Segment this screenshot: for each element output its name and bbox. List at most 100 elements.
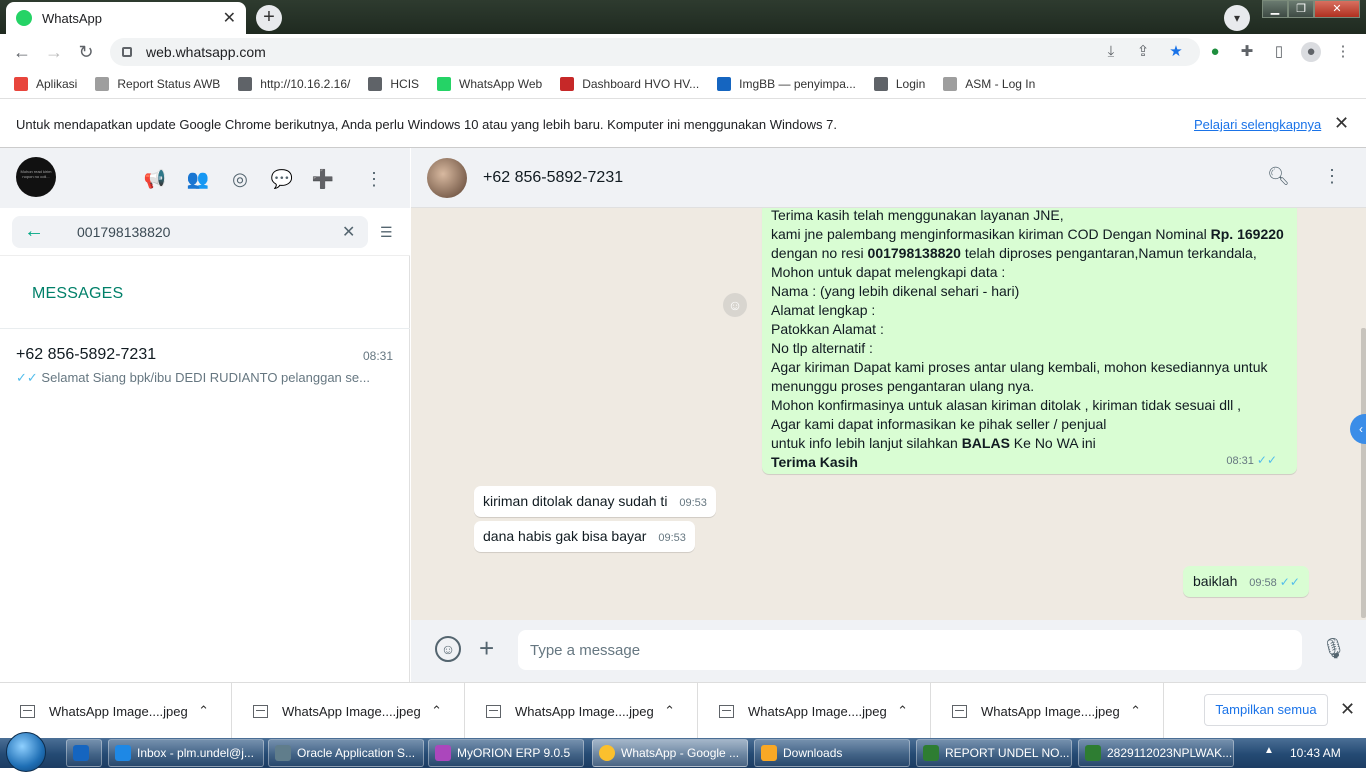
microphone-icon[interactable]: 🎙︎: [1321, 636, 1346, 661]
reload-button[interactable]: ↻: [74, 40, 98, 64]
search-result-chat-item[interactable]: +62 856-5892-7231 08:31 ✓✓ Selamat Siang…: [0, 338, 410, 388]
window-close-button[interactable]: ✕: [1314, 0, 1360, 18]
chat-messages[interactable]: ☺ Terima kasih telah menggunakan layanan…: [411, 208, 1366, 620]
search-back-arrow-icon[interactable]: ←: [24, 220, 44, 243]
download-item[interactable]: WhatsApp Image....jpeg ⌃: [0, 683, 232, 739]
profile-avatar-icon[interactable]: ●: [1301, 42, 1321, 62]
bookmark-item[interactable]: Aplikasi: [14, 77, 77, 91]
taskbar-clock[interactable]: 10:43 AM: [1290, 746, 1341, 760]
chat-item-preview: ✓✓ Selamat Siang bpk/ibu DEDI RUDIANTO p…: [16, 370, 396, 386]
chat-menu-icon[interactable]: ⋮: [1323, 166, 1341, 187]
taskbar-item[interactable]: MyORION ERP 9.0.5: [428, 739, 584, 767]
bookmark-item[interactable]: Dashboard HVO HV...: [560, 77, 699, 91]
new-tab-button[interactable]: +: [256, 5, 282, 31]
taskbar-item[interactable]: 2829112023NPLWAK...: [1078, 739, 1234, 767]
download-item[interactable]: WhatsApp Image....jpeg ⌃: [233, 683, 465, 739]
download-item[interactable]: WhatsApp Image....jpeg ⌃: [932, 683, 1164, 739]
bookmark-label: WhatsApp Web: [459, 77, 543, 91]
show-all-downloads-button[interactable]: Tampilkan semua: [1204, 694, 1328, 726]
browser-tab-whatsapp[interactable]: WhatsApp ✕: [6, 2, 246, 34]
taskbar-item[interactable]: REPORT UNDEL NO...: [916, 739, 1072, 767]
chat-search-icon[interactable]: 🔍︎: [1267, 166, 1290, 187]
filter-icon[interactable]: ☰: [380, 224, 393, 241]
incoming-message-bubble[interactable]: dana habis gak bisa bayar 09:53: [474, 521, 695, 552]
download-item[interactable]: WhatsApp Image....jpeg ⌃: [466, 683, 698, 739]
minimize-button[interactable]: ▁: [1262, 0, 1288, 18]
chevron-up-icon[interactable]: ⌃: [664, 703, 675, 719]
new-chat-icon[interactable]: ➕: [311, 167, 335, 191]
bookmark-favicon-icon: [95, 77, 110, 91]
incoming-message-bubble[interactable]: kiriman ditolak danay sudah ti 09:53: [474, 486, 716, 517]
bookmark-label: Login: [895, 77, 926, 91]
bookmark-item[interactable]: Report Status AWB: [95, 77, 220, 91]
chat-item-time: 08:31: [363, 349, 394, 363]
lock-icon: [122, 47, 132, 57]
search-clear-icon[interactable]: ✕: [342, 222, 355, 242]
message-input[interactable]: [518, 630, 1302, 670]
bookmark-star-icon[interactable]: ★: [1166, 42, 1186, 62]
chevron-up-icon[interactable]: ⌃: [897, 703, 908, 719]
channels-icon[interactable]: 💬: [270, 167, 294, 191]
outgoing-message-bubble[interactable]: Terima kasih telah menggunakan layanan J…: [762, 208, 1297, 474]
maximize-button[interactable]: ❐: [1288, 0, 1314, 18]
chrome-menu-icon[interactable]: ⋮: [1333, 42, 1353, 62]
forward-button[interactable]: →: [42, 40, 66, 64]
chat-scrollbar[interactable]: [1361, 328, 1366, 618]
msg-line: Agar kiriman Dapat kami proses antar ula…: [771, 359, 1268, 394]
bookmark-item[interactable]: http://10.16.2.16/: [238, 77, 350, 91]
address-bar-row: ← → ↻ web.whatsapp.com ⤓ ⇪ ★ ● ✚ ▯ ● ⋮: [0, 34, 1366, 70]
search-input-value[interactable]: 001798138820: [77, 224, 170, 240]
taskbar-item[interactable]: Oracle Application S...: [268, 739, 424, 767]
taskbar-item-label: Oracle Application S...: [297, 746, 416, 760]
downloads-close-icon[interactable]: ✕: [1340, 699, 1355, 720]
download-item[interactable]: WhatsApp Image....jpeg ⌃: [699, 683, 931, 739]
windows-start-button[interactable]: [6, 732, 46, 772]
back-button[interactable]: ←: [10, 40, 34, 64]
apps-grid-icon: [14, 77, 28, 91]
double-check-icon: ✓✓: [1256, 453, 1277, 467]
bookmark-item[interactable]: ImgBB — penyimpa...: [717, 77, 856, 91]
contact-avatar[interactable]: [427, 158, 467, 198]
react-emoji-icon[interactable]: ☺: [723, 293, 747, 317]
chevron-up-icon[interactable]: ⌃: [198, 703, 209, 719]
install-icon[interactable]: ⤓: [1101, 42, 1121, 62]
chat-contact-name[interactable]: +62 856-5892-7231: [483, 169, 623, 187]
taskbar-item[interactable]: Inbox - plm.undel@j...: [108, 739, 264, 767]
msg-span: Ke No WA ini: [1009, 435, 1096, 451]
chevron-up-icon[interactable]: ⌃: [431, 703, 442, 719]
extension-icon[interactable]: ●: [1205, 42, 1225, 62]
msg-line: kami jne palembang menginformasikan kiri…: [771, 225, 1287, 282]
bookmark-item[interactable]: Login: [873, 77, 926, 91]
extensions-puzzle-icon[interactable]: ✚: [1237, 42, 1257, 62]
chevron-up-icon[interactable]: ⌃: [1130, 703, 1141, 719]
bookmark-item[interactable]: ASM - Log In: [943, 77, 1035, 91]
emoji-icon[interactable]: ☺: [435, 636, 461, 662]
infobar-text: Untuk mendapatkan update Google Chrome b…: [16, 117, 837, 132]
taskbar-pinned-outlook[interactable]: [66, 739, 102, 767]
tray-chevron-icon[interactable]: ▲: [1264, 745, 1274, 756]
attach-plus-icon[interactable]: +: [479, 634, 494, 662]
message-text: baiklah: [1193, 573, 1238, 589]
side-panel-icon[interactable]: ▯: [1269, 42, 1289, 62]
taskbar-item[interactable]: Downloads: [754, 739, 910, 767]
status-icon[interactable]: ◎: [228, 167, 252, 191]
omnibox[interactable]: web.whatsapp.com: [110, 38, 1200, 66]
downloads-bar: WhatsApp Image....jpeg ⌃ WhatsApp Image..…: [0, 682, 1366, 739]
excel-icon: [923, 745, 939, 761]
search-box[interactable]: ← 001798138820 ✕: [12, 216, 368, 248]
groups-icon[interactable]: 👥: [186, 167, 210, 191]
tab-close-icon[interactable]: ✕: [223, 8, 236, 28]
tab-search-button[interactable]: ▾: [1224, 5, 1250, 31]
infobar-close-icon[interactable]: ✕: [1334, 113, 1349, 134]
taskbar-item[interactable]: WhatsApp - Google ...: [592, 739, 748, 767]
bookmark-label: HCIS: [390, 77, 420, 91]
chat-header[interactable]: +62 856-5892-7231 🔍︎ ⋮: [411, 148, 1366, 208]
bookmark-item[interactable]: HCIS: [368, 77, 419, 91]
infobar-learn-more-link[interactable]: Pelajari selengkapnya: [1194, 117, 1321, 132]
my-profile-avatar[interactable]: Mohon read kirim nopon no coli...: [16, 157, 56, 197]
bookmark-item[interactable]: WhatsApp Web: [437, 77, 542, 91]
share-icon[interactable]: ⇪: [1133, 42, 1153, 62]
outgoing-message-bubble[interactable]: baiklah 09:58 ✓✓: [1183, 566, 1309, 597]
communities-megaphone-icon[interactable]: 📢: [143, 167, 167, 191]
sidebar-menu-icon[interactable]: ⋮: [362, 167, 386, 191]
